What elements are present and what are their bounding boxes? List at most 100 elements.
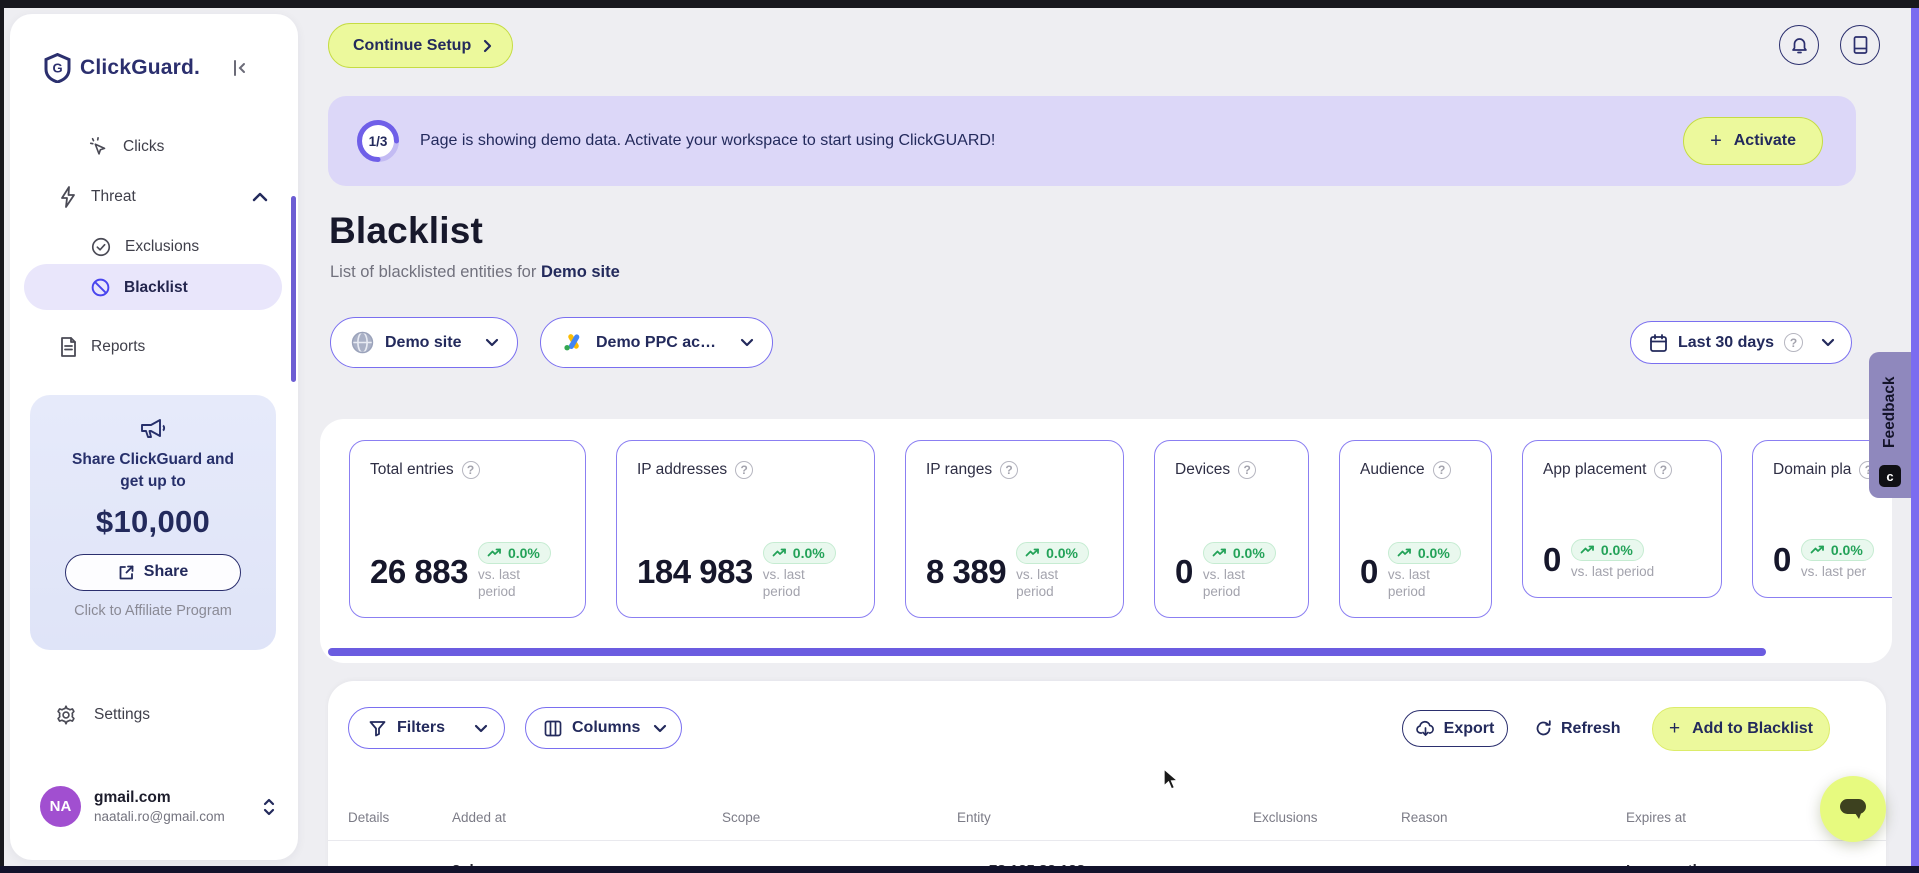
column-header[interactable]: Details: [348, 810, 389, 825]
delta-value: 0.0%: [792, 545, 825, 562]
column-header[interactable]: Scope: [722, 810, 760, 825]
filters-button[interactable]: Filters: [348, 707, 505, 749]
sidebar-item-reports[interactable]: Reports: [58, 336, 145, 358]
stat-card-value: 0: [1175, 552, 1193, 590]
sidebar-item-blacklist-content[interactable]: Blacklist: [90, 277, 188, 298]
collapse-sidebar-icon[interactable]: [228, 56, 252, 80]
continue-setup-label: Continue Setup: [353, 36, 472, 54]
column-header[interactable]: Exclusions: [1253, 810, 1318, 825]
bell-icon: [1791, 38, 1807, 54]
demo-data-banner: 1/3 Page is showing demo data. Activate …: [328, 96, 1856, 186]
trend-up-icon: [1025, 548, 1039, 557]
sidebar-item-label: Exclusions: [125, 238, 200, 255]
select-chevrons-icon[interactable]: [262, 797, 276, 817]
delta-badge: 0.0%: [1016, 542, 1090, 565]
page-subtitle: List of blacklisted entities for Demo si…: [330, 263, 620, 282]
promo-text: Share ClickGuard and get up to: [72, 451, 234, 491]
account-switcher[interactable]: NA gmail.com naatali.ro@gmail.com: [40, 786, 276, 827]
affiliate-link-label[interactable]: Click to Affiliate Program: [30, 603, 276, 619]
site-selector[interactable]: Demo site: [330, 317, 518, 368]
chevron-down-icon: [740, 338, 754, 347]
lightning-icon: [61, 186, 75, 208]
page-vertical-scrollbar[interactable]: [1911, 8, 1919, 866]
docs-button[interactable]: [1840, 25, 1880, 65]
notifications-button[interactable]: [1779, 25, 1819, 65]
sidebar-item-threat[interactable]: Threat: [58, 186, 268, 208]
continue-setup-button[interactable]: Continue Setup: [328, 23, 514, 68]
stat-card-title: Domain pla: [1773, 461, 1852, 478]
chevron-up-icon[interactable]: [252, 192, 268, 202]
sidebar-item-exclusions[interactable]: Exclusions: [90, 236, 199, 258]
column-header[interactable]: Reason: [1401, 810, 1448, 825]
columns-label: Columns: [572, 719, 641, 736]
stat-card-value: 184 983: [637, 552, 753, 590]
export-button[interactable]: Export: [1402, 710, 1508, 747]
chevron-down-icon: [474, 724, 488, 732]
column-header[interactable]: Expires at: [1626, 810, 1686, 825]
refresh-icon: [1536, 720, 1551, 736]
stat-card: IP addresses ? 184 983 0.0% vs. last per…: [616, 440, 875, 618]
table-header-divider: [328, 840, 1886, 841]
date-range-value: Last 30 days: [1678, 333, 1775, 351]
document-icon: [61, 337, 76, 357]
window-edge-left: [0, 0, 4, 873]
account-name: gmail.com: [94, 789, 171, 806]
sidebar-scrollbar[interactable]: [291, 196, 296, 382]
question-icon[interactable]: ?: [735, 461, 754, 479]
ppc-selector-value: Demo PPC ac…: [596, 333, 717, 351]
plus-icon: +: [1710, 129, 1722, 152]
chat-widget-button[interactable]: [1820, 776, 1886, 842]
refresh-label: Refresh: [1561, 719, 1621, 737]
stat-card: App placement ? 0 0.0% vs. last period: [1522, 440, 1722, 598]
question-icon[interactable]: ?: [1654, 461, 1673, 479]
question-icon[interactable]: ?: [1238, 461, 1257, 479]
filters-label: Filters: [397, 719, 446, 736]
feedback-logo-icon: c: [1879, 465, 1901, 487]
affiliate-promo-card[interactable]: Share ClickGuard and get up to $10,000 S…: [30, 395, 276, 650]
sidebar-item-label: Blacklist: [124, 278, 188, 296]
stats-horizontal-scrollbar[interactable]: [328, 648, 1766, 656]
column-header[interactable]: Added at: [452, 810, 506, 825]
chevron-down-icon: [485, 338, 499, 347]
date-range-selector[interactable]: Last 30 days ?: [1630, 321, 1852, 364]
activate-label: Activate: [1733, 132, 1796, 149]
activate-button[interactable]: + Activate: [1683, 117, 1823, 165]
question-icon[interactable]: ?: [1432, 461, 1451, 479]
vs-last-period-label: vs. last period: [1202, 567, 1245, 600]
logo[interactable]: G ClickGuard.: [44, 52, 274, 84]
sidebar-item-label: Reports: [91, 338, 146, 355]
sidebar-item-settings[interactable]: Settings: [55, 704, 150, 726]
sidebar-item-label: Clicks: [123, 138, 165, 155]
avatar: NA: [40, 786, 81, 827]
stat-card: Total entries ? 26 883 0.0% vs. last per…: [349, 440, 586, 618]
share-button[interactable]: Share: [65, 553, 241, 591]
question-icon[interactable]: ?: [1000, 461, 1019, 479]
feedback-tab[interactable]: Feedback c: [1869, 352, 1911, 498]
refresh-button[interactable]: Refresh: [1535, 710, 1621, 747]
trend-up-icon: [1397, 548, 1411, 557]
table-header-row: Details Added at Scope Entity Exclusions Reas…: [328, 810, 1886, 840]
columns-button[interactable]: Columns: [525, 707, 682, 749]
delta-badge: 0.0%: [1202, 542, 1276, 565]
stat-card: Audience ? 0 0.0% vs. last period: [1339, 440, 1492, 618]
sidebar: G ClickGuard. Clicks Threat Exclusions B…: [10, 14, 298, 860]
mouse-cursor: [1163, 768, 1180, 790]
trend-up-icon: [1810, 545, 1824, 554]
column-header[interactable]: Entity: [957, 810, 991, 825]
logo-text: ClickGuard.: [80, 56, 201, 79]
ppc-account-selector[interactable]: Demo PPC ac…: [540, 317, 773, 368]
stat-card: IP ranges ? 8 389 0.0% vs. last period: [905, 440, 1124, 618]
add-to-blacklist-button[interactable]: + Add to Blacklist: [1652, 707, 1830, 751]
plus-icon: +: [1668, 718, 1681, 739]
delta-badge: 0.0%: [477, 542, 551, 565]
sidebar-item-clicks[interactable]: Clicks: [88, 136, 164, 158]
delta-value: 0.0%: [1600, 542, 1633, 559]
question-icon[interactable]: ?: [461, 461, 480, 479]
question-icon: ?: [1784, 333, 1804, 352]
page-title: Blacklist: [329, 210, 483, 251]
delta-value: 0.0%: [1830, 542, 1863, 559]
stat-card-title: IP ranges: [926, 461, 993, 478]
export-label: Export: [1443, 719, 1495, 737]
stat-card-value: 0: [1773, 541, 1791, 579]
trend-up-icon: [1580, 545, 1594, 554]
